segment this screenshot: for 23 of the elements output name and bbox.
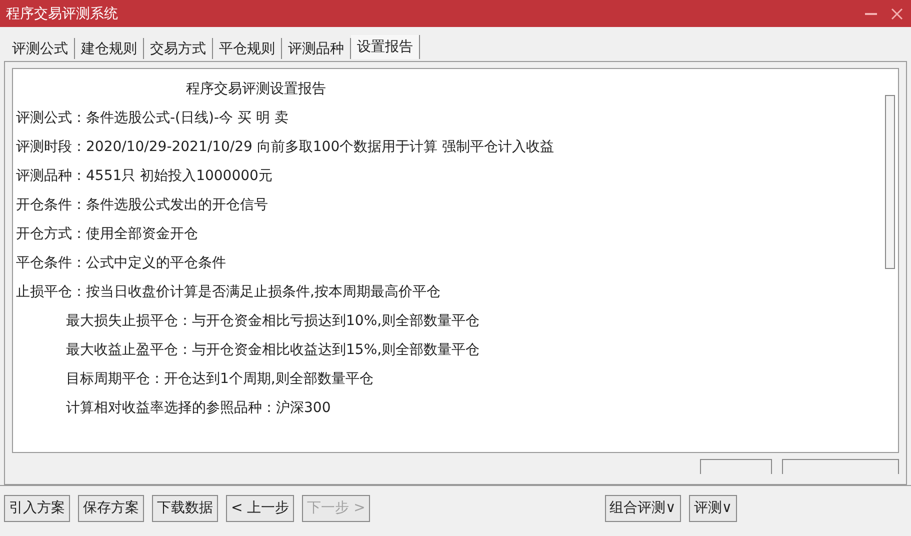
close-icon[interactable] bbox=[891, 8, 903, 20]
report-line: 评测品种：4551只 初始投入1000000元 bbox=[16, 168, 274, 186]
dropdown-button[interactable]: 组合评测∨ bbox=[604, 494, 681, 522]
report-line: 开仓方式：使用全部资金开仓 bbox=[16, 226, 199, 244]
report-line: 平仓条件：公式中定义的平仓条件 bbox=[16, 255, 227, 273]
dropdown-button[interactable]: 评测∨ bbox=[688, 494, 737, 522]
report-line: 最大损失止损平仓：与开仓资金相比亏损达到10%,则全部数量平仓 bbox=[65, 313, 481, 331]
action-button[interactable]: < 上一步 bbox=[226, 494, 294, 522]
report-line: 评测公式：条件选股公式-(日线)-今 买 明 卖 bbox=[16, 110, 290, 128]
action-button[interactable]: 引入方案 bbox=[4, 494, 70, 522]
report-line: 开仓条件：条件选股公式发出的开仓信号 bbox=[16, 197, 269, 215]
report-line: 计算相对收益率选择的参照品种：沪深300 bbox=[65, 400, 332, 418]
report-line: 最大收益止盈平仓：与开仓资金相比收益达到15%,则全部数量平仓 bbox=[65, 342, 481, 360]
scrollbar-thumb[interactable] bbox=[884, 95, 894, 269]
report-line: 评测时段：2020/10/29-2021/10/29 向前多取100个数据用于计算 强制平仓计入收益 bbox=[16, 139, 556, 157]
report-line: 目标周期平仓：开仓达到1个周期,则全部数量平仓 bbox=[65, 371, 374, 389]
empty-frame bbox=[700, 459, 772, 474]
report-title: 程序交易评测设置报告 bbox=[185, 81, 327, 99]
action-button[interactable]: 下载数据 bbox=[152, 494, 218, 522]
action-button[interactable]: 保存方案 bbox=[78, 494, 144, 522]
tab[interactable]: 设置报告 bbox=[351, 35, 420, 59]
report-line: 止损平仓：按当日收盘价计算是否满足止损条件,按本周期最高价平仓 bbox=[16, 284, 442, 302]
window-title: 程序交易评测系统 bbox=[6, 4, 118, 22]
